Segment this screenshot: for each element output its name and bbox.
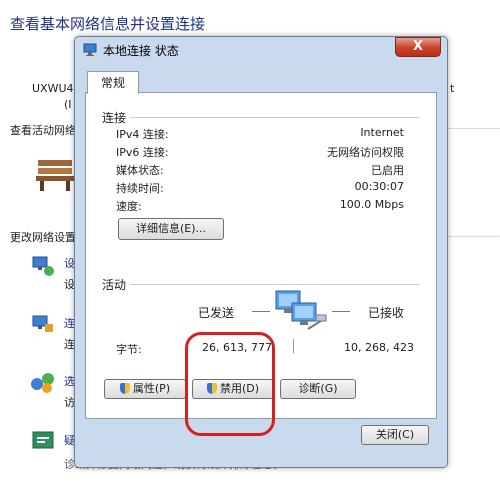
close-window-button[interactable]: X [395,37,441,57]
activity-heading: 活动 [102,278,127,292]
troubleshoot-icon[interactable] [30,429,56,453]
page-title: 查看基本网络信息并设置连接 [10,15,206,33]
speed-label: 速度: [116,200,142,213]
received-label: 已接收 [368,306,405,320]
ipv6-value: 无网络访问权限 [327,146,404,159]
bytes-label: 字节: [116,343,142,356]
ipv4-label: IPv4 连接: [116,128,169,141]
bytes-divider [293,339,294,353]
properties-button[interactable]: 属性(P) [104,379,186,399]
tab-general[interactable]: 常规 [87,71,139,94]
change-settings-heading: 更改网络设置 [10,231,76,244]
network-computers-icon [272,289,330,333]
duration-value: 00:30:07 [354,180,404,193]
homegroup-icon[interactable] [30,370,56,394]
media-state-value: 已启用 [371,164,404,177]
connect-network-icon[interactable] [30,312,56,336]
computer-subtext: (I [64,98,72,111]
internet-label-fragment: t [450,82,455,95]
received-dash [332,311,350,312]
connection-heading: 连接 [102,111,127,125]
bytes-received-value: 10, 268, 423 [344,341,414,354]
divider [130,117,420,118]
highlight-annotation [185,332,275,436]
dialog-title: 本地连接 状态 [103,44,179,58]
duration-label: 持续时间: [116,182,164,195]
close-button[interactable]: 关闭(C) [361,425,429,445]
ipv6-label: IPv6 连接: [116,146,169,159]
uac-shield-icon [119,383,130,394]
network-adapter-icon [83,42,99,56]
sent-label: 已发送 [198,306,235,320]
sent-dash [252,311,270,312]
active-networks-heading: 查看活动网络 [10,124,76,137]
dialog-titlebar[interactable]: 本地连接 状态 X [75,37,447,61]
speed-value: 100.0 Mbps [339,198,404,211]
details-button[interactable]: 详细信息(E)... [118,218,224,240]
computer-name: UXWU4 [32,82,74,95]
divider [130,284,420,285]
diagnose-button[interactable]: 诊断(G) [280,379,356,399]
ipv4-value: Internet [360,126,404,139]
network-bench-icon [34,156,76,192]
divider [446,236,500,237]
media-state-label: 媒体状态: [116,164,164,177]
properties-button-label: 属性(P) [132,382,171,395]
setup-connection-icon[interactable] [30,254,56,278]
